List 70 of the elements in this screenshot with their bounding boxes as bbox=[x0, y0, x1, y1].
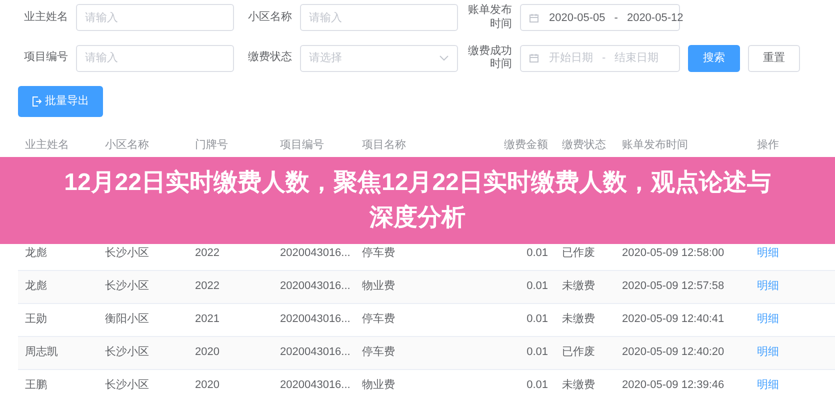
chevron-down-icon bbox=[439, 53, 449, 64]
table-cell: 2022 bbox=[195, 280, 220, 292]
start-date-placeholder: 开始日期 bbox=[549, 51, 593, 66]
table-cell: 龙彪 bbox=[25, 247, 47, 259]
table-cell: 未缴费 bbox=[562, 280, 595, 292]
detail-link[interactable]: 明细 bbox=[757, 280, 779, 292]
table-cell: 0.01 bbox=[526, 379, 548, 392]
table-cell: 0.01 bbox=[526, 247, 548, 259]
input-field[interactable]: 请输入 bbox=[76, 4, 234, 32]
select-placeholder: 请选择 bbox=[309, 51, 342, 66]
export-button[interactable]: 批量导出 bbox=[18, 86, 103, 117]
field-label: 小区名称 bbox=[247, 10, 292, 25]
start-date: 2020-05-05 bbox=[549, 10, 606, 26]
table-cell: 2020-05-09 12:57:58 bbox=[622, 280, 724, 292]
table-cell: 2020043016... bbox=[280, 313, 350, 326]
input-field[interactable]: 请输入 bbox=[300, 4, 458, 32]
table-cell: 2022 bbox=[195, 247, 220, 259]
field-label: 账单发布时间 bbox=[467, 4, 512, 32]
table-cell: 2020043016... bbox=[280, 247, 350, 259]
range-separator: - bbox=[602, 51, 606, 66]
banner-title: 12月22日实时缴费人数，聚焦12月22日实时缴费人数，观点论述与深度分析 bbox=[63, 168, 772, 232]
detail-link[interactable]: 明细 bbox=[757, 313, 779, 326]
table-cell: 0.01 bbox=[526, 346, 548, 358]
table-cell: 龙彪 bbox=[25, 280, 47, 292]
export-icon bbox=[32, 96, 42, 107]
table-cell: 长沙小区 bbox=[105, 247, 149, 259]
field-label: 项目编号 bbox=[23, 51, 68, 66]
detail-link[interactable]: 明细 bbox=[757, 379, 779, 392]
range-separator: - bbox=[614, 10, 618, 26]
table-cell: 王鹏 bbox=[25, 379, 47, 392]
end-date-placeholder: 结束日期 bbox=[614, 51, 659, 66]
table-cell: 长沙小区 bbox=[105, 379, 149, 392]
field-label: 缴费状态 bbox=[247, 51, 292, 66]
table-cell: 物业费 bbox=[362, 379, 395, 392]
table-cell: 2021 bbox=[195, 313, 220, 326]
calendar-icon bbox=[529, 12, 539, 23]
table-cell: 停车费 bbox=[362, 346, 395, 358]
table-cell: 长沙小区 bbox=[105, 346, 149, 358]
table-cell: 0.01 bbox=[526, 313, 548, 326]
table-cell: 衡阳小区 bbox=[105, 313, 149, 326]
table-cell: 2020-05-09 12:40:41 bbox=[622, 313, 724, 326]
table-cell: 2020-05-09 12:58:00 bbox=[622, 247, 724, 259]
reset-button[interactable]: 重置 bbox=[748, 44, 800, 72]
date-range-field[interactable]: 开始日期 - 结束日期 bbox=[520, 44, 680, 72]
table-cell: 已作废 bbox=[562, 247, 595, 259]
field-label: 业主姓名 bbox=[23, 10, 68, 25]
table-cell: 2020 bbox=[195, 346, 220, 358]
input-field[interactable]: 请输入 bbox=[76, 44, 234, 72]
table-cell: 未缴费 bbox=[562, 313, 595, 326]
table-cell: 王勋 bbox=[25, 313, 47, 326]
table-cell: 2020 bbox=[195, 379, 220, 392]
field-label: 缴费成功时间 bbox=[467, 44, 512, 72]
table-cell: 停车费 bbox=[362, 247, 395, 259]
search-button[interactable]: 搜索 bbox=[688, 44, 740, 72]
table-cell: 2020043016... bbox=[280, 379, 350, 392]
table-cell: 2020043016... bbox=[280, 280, 350, 292]
table-cell: 物业费 bbox=[362, 280, 395, 292]
table-cell: 2020043016... bbox=[280, 346, 350, 358]
table-cell: 未缴费 bbox=[562, 379, 595, 392]
table-cell: 周志凯 bbox=[25, 346, 58, 358]
detail-link[interactable]: 明细 bbox=[757, 247, 779, 259]
table-cell: 停车费 bbox=[362, 313, 395, 326]
table-cell: 2020-05-09 12:39:46 bbox=[622, 379, 724, 392]
table-cell: 长沙小区 bbox=[105, 280, 149, 292]
detail-link[interactable]: 明细 bbox=[757, 346, 779, 358]
table-cell: 2020-05-09 12:40:20 bbox=[622, 346, 724, 358]
table-cell: 0.01 bbox=[526, 280, 548, 292]
select-field[interactable]: 请选择 bbox=[300, 44, 458, 72]
table-cell: 已作废 bbox=[562, 346, 595, 358]
calendar-icon bbox=[529, 53, 539, 64]
